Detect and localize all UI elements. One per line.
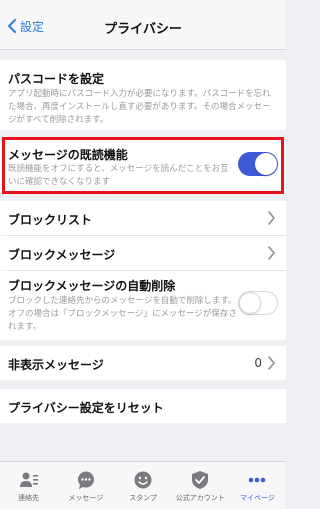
smiley-icon (134, 471, 152, 489)
block-messages-row[interactable]: ブロックメッセージ (0, 236, 286, 270)
tab-label: マイページ (239, 494, 275, 502)
read-receipts-row: メッセージの既読機能 既読機能をオフにすると、メッセージを読んだことをお互いに確… (0, 140, 286, 192)
passcode-row[interactable]: パスコードを設定 アプリ起動時にパスコード入力が必要になります。パスコードを忘れ… (0, 60, 286, 130)
block-messages-title: ブロックメッセージ (8, 248, 116, 262)
page-title: プライバシー (104, 22, 182, 37)
toggle-knob (239, 292, 261, 314)
chevron-right-icon (268, 246, 275, 260)
read-receipts-toggle[interactable] (238, 152, 278, 176)
passcode-title: パスコードを設定 (8, 72, 105, 86)
shield-check-icon (192, 471, 209, 489)
reset-privacy-row[interactable]: プライバシー設定をリセット (0, 389, 286, 423)
block-list-title: ブロックリスト (8, 213, 93, 227)
toggle-knob (255, 153, 277, 175)
tab-bar: 連絡先 メッセージ スタンプ 公式アカウント マイページ (0, 461, 286, 509)
auto-delete-description: ブロックした連絡先からのメッセージを自動で削除します。オフの場合は「ブロックメッ… (8, 296, 237, 332)
auto-delete-title: ブロックメッセージの自動削除 (8, 279, 176, 293)
auto-delete-toggle[interactable] (238, 291, 278, 315)
hidden-messages-row[interactable]: 非表示メッセージ 0 (0, 346, 286, 380)
reset-privacy-title: プライバシー設定をリセット (8, 401, 164, 415)
read-receipts-description: 既読機能をオフにすると、メッセージを読んだことをお互いに確認できなくなります (8, 164, 229, 187)
tab-mypage[interactable]: マイページ (229, 462, 286, 509)
chat-bubble-icon (77, 471, 94, 489)
passcode-description: アプリ起動時にパスコード入力が必要になります。パスコードを忘れた場合、再度インス… (8, 89, 271, 125)
tab-official-accounts[interactable]: 公式アカウント (172, 462, 229, 509)
hidden-messages-title: 非表示メッセージ (8, 358, 104, 372)
tab-stamps[interactable]: スタンプ (114, 462, 171, 509)
block-list-row[interactable]: ブロックリスト (0, 201, 286, 235)
navigation-bar: 設定 プライバシー (0, 0, 286, 50)
read-receipts-title: メッセージの既読機能 (8, 148, 128, 162)
more-dots-icon (249, 477, 266, 483)
chevron-right-icon (268, 356, 275, 370)
tab-label: 連絡先 (18, 494, 40, 502)
tab-messages[interactable]: メッセージ (57, 462, 114, 509)
tab-label: メッセージ (68, 494, 104, 502)
chevron-right-icon (268, 211, 275, 225)
hidden-messages-count: 0 (254, 356, 262, 370)
tab-label: 公式アカウント (175, 494, 225, 502)
tab-label: スタンプ (129, 494, 157, 502)
contacts-icon (19, 472, 38, 487)
tab-contacts[interactable]: 連絡先 (0, 462, 57, 509)
auto-delete-row: ブロックメッセージの自動削除 ブロックした連絡先からのメッセージを自動で削除しま… (0, 271, 286, 340)
